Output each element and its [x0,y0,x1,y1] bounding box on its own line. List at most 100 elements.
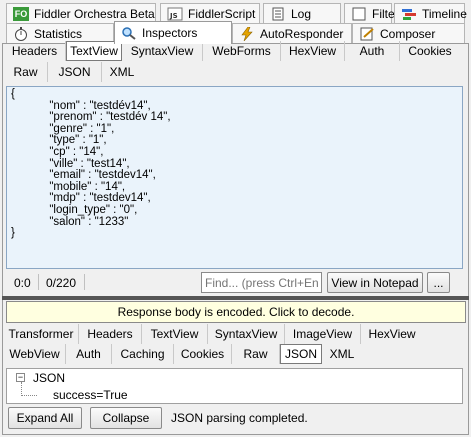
response-tabs-row2: WebView Auth Caching Cookies Raw JSON XM… [4,344,362,364]
tab-response-raw[interactable]: Raw [232,344,280,364]
tab-request-webforms[interactable]: WebForms [203,41,281,61]
tab-log[interactable]: Log [263,3,341,24]
tab-label: Raw [13,65,38,79]
tab-label: HexView [368,327,416,341]
request-body-line: { [11,88,15,100]
tab-label: Headers [11,44,58,58]
tree-node-root[interactable]: JSON [33,371,65,385]
tab-label: Timeline [422,7,467,21]
fiddler-orchestra-icon: FO [13,7,29,21]
log-icon [270,7,286,21]
tab-label: SyntaxView [214,327,278,341]
char-count: 0/220 [46,276,77,290]
collapse-button[interactable]: Collapse [90,407,162,429]
request-body-line: "login_type" : "0", [11,203,138,216]
decode-banner-text: Response body is encoded. Click to decod… [117,305,355,319]
divider [38,274,39,290]
tab-response-json[interactable]: JSON [280,344,322,364]
tab-label: TextView [70,44,118,58]
tab-label: WebView [9,347,60,361]
tab-label: AutoResponder [260,27,344,41]
tab-request-raw[interactable]: Raw [4,62,48,82]
inspectors-icon [121,26,137,40]
tab-label: SyntaxView [130,44,194,58]
tab-label: Log [291,7,312,21]
tab-response-auth[interactable]: Auth [66,344,112,364]
more-options-button[interactable]: ... [427,272,450,293]
tab-label: Transformer [8,327,74,341]
divider [84,274,85,290]
timeline-icon [401,7,417,21]
tab-request-json[interactable]: JSON [48,62,102,82]
tab-response-webview[interactable]: WebView [4,344,66,364]
tab-response-xml[interactable]: XML [322,344,362,364]
tab-label: JSON [58,65,91,79]
request-body-line: } [11,227,15,240]
button-label: View in Notepad [331,275,419,290]
tab-request-textview[interactable]: TextView [66,41,122,61]
filters-checkbox-icon [351,7,367,21]
button-label: Collapse [102,411,150,425]
request-body-textarea[interactable]: { "nom" : "testdév14", "prenom" : "testd… [6,86,463,269]
tree-node-child[interactable]: success=True [53,388,128,402]
tab-response-transformer[interactable]: Transformer [4,324,79,344]
tab-label: Auth [76,347,101,361]
tab-label: TextView [150,327,199,341]
tab-response-imageview[interactable]: ImageView [285,324,361,344]
tab-label: Cookies [408,44,452,58]
request-body-line: "email" : "testdev14", [11,169,156,182]
tab-request-hexview[interactable]: HexView [281,41,345,61]
tree-guide-line [21,382,22,396]
tab-label: Caching [120,347,165,361]
tab-inspectors[interactable]: Inspectors [114,21,232,44]
tab-request-cookies[interactable]: Cookies [400,41,460,61]
button-label: Expand All [16,411,74,425]
request-body-line: "cp" : "14", [11,145,104,158]
tab-label: Composer [380,27,436,41]
tab-label: WebForms [212,44,271,58]
tree-expander[interactable]: − [16,373,25,382]
tab-request-auth[interactable]: Auth [345,41,400,61]
cursor-position: 0:0 [14,276,31,290]
tab-request-headers[interactable]: Headers [4,41,66,61]
tab-timeline[interactable]: Timeline [394,3,467,24]
request-body-line: "salon" : "1233" [11,215,129,228]
tab-response-textview[interactable]: TextView [142,324,208,344]
button-label: ... [433,275,444,290]
stopwatch-icon [13,27,29,41]
find-input[interactable] [201,272,322,293]
tab-label: Raw [243,347,268,361]
decode-banner[interactable]: Response body is encoded. Click to decod… [6,301,466,323]
tab-label: Auth [359,44,385,58]
response-json-tree[interactable]: − JSON success=True [6,368,463,404]
expand-all-button[interactable]: Expand All [8,407,82,429]
tab-response-headers[interactable]: Headers [79,324,142,344]
json-parse-status: JSON parsing completed. [171,411,308,425]
composer-icon [359,27,375,41]
splitter[interactable] [2,296,469,300]
response-tabs-row1: Transformer Headers TextView SyntaxView … [4,324,423,344]
tab-label: Fiddler Orchestra Beta [34,7,155,21]
tab-label: Headers [87,327,133,341]
tab-response-caching[interactable]: Caching [112,344,174,364]
lightning-icon [239,26,255,42]
tab-request-xml[interactable]: XML [102,62,142,82]
tab-filters[interactable]: Filters [344,3,405,24]
script-js-icon: JS [167,7,183,21]
tab-request-syntaxview[interactable]: SyntaxView [122,41,203,61]
svg-text:JS: JS [169,12,178,20]
tree-branch-line [21,395,37,396]
tab-label: ImageView [292,327,353,341]
tab-label: FiddlerScript [188,7,256,21]
tab-response-syntaxview[interactable]: SyntaxView [208,324,285,344]
tab-label: Cookies [180,347,225,361]
request-body-lines: { "nom" : "testdév14", "prenom" : "testd… [11,88,458,240]
view-in-notepad-button[interactable]: View in Notepad [327,272,423,293]
tab-label: XML [329,347,355,361]
tab-label: XML [109,65,135,79]
tab-response-hexview[interactable]: HexView [361,324,423,344]
tab-label: HexView [288,44,337,58]
tab-response-cookies[interactable]: Cookies [174,344,232,364]
request-tabs-row1: Headers TextView SyntaxView WebForms Hex… [4,41,460,61]
request-status-bar: 0:0 0/220 View in Notepad ... [6,272,463,294]
